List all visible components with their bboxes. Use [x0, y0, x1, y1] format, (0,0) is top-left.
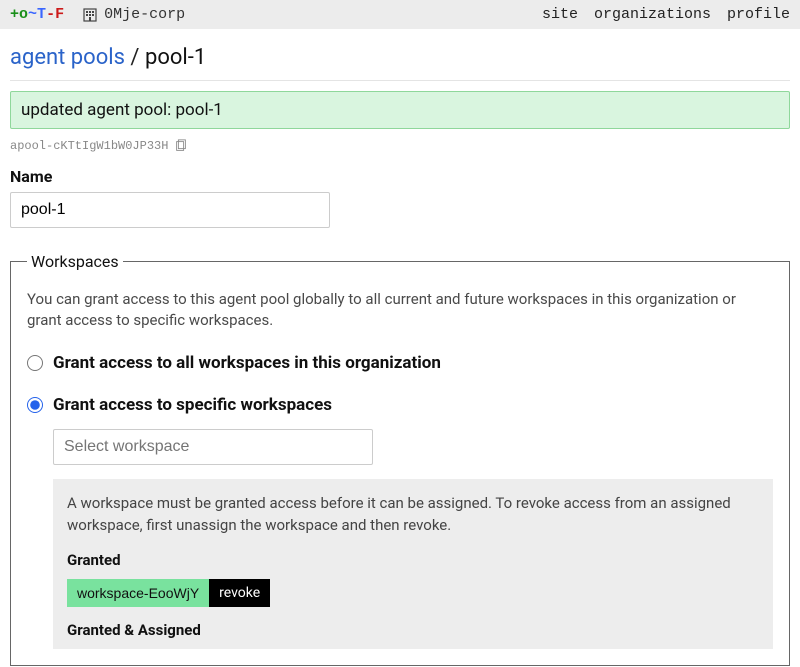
building-icon — [82, 7, 98, 23]
granted-note: A workspace must be granted access befor… — [67, 493, 759, 537]
revoke-button[interactable]: revoke — [209, 579, 270, 607]
nav-right: site organizations profile — [542, 6, 790, 23]
workspaces-legend: Workspaces — [27, 252, 123, 271]
granted-assigned-heading: Granted & Assigned — [67, 621, 759, 639]
radio-grant-specific-label: Grant access to specific workspaces — [53, 395, 332, 415]
radio-grant-all[interactable] — [27, 355, 43, 371]
breadcrumb: agent pools / pool-1 — [10, 39, 790, 81]
top-bar: +o~T-F 0Mje-corp site organizations prof… — [0, 0, 800, 29]
workspaces-fieldset: Workspaces You can grant access to this … — [10, 252, 790, 666]
radio-grant-all-label: Grant access to all workspaces in this o… — [53, 353, 441, 373]
radio-grant-specific[interactable] — [27, 397, 43, 413]
breadcrumb-root[interactable]: agent pools — [10, 45, 125, 70]
granted-box: A workspace must be granted access befor… — [53, 479, 773, 649]
breadcrumb-sep: / — [130, 45, 139, 70]
org-name: 0Mje-corp — [104, 6, 185, 23]
granted-workspace-name: workspace-EooWjY — [67, 579, 209, 607]
org-link[interactable]: 0Mje-corp — [82, 6, 185, 23]
logo: +o~T-F — [10, 6, 64, 23]
workspace-select[interactable] — [53, 429, 373, 465]
copy-icon[interactable] — [174, 139, 188, 153]
pool-id: apool-cKTtIgW1bW0JP33H — [10, 139, 168, 153]
nav-site[interactable]: site — [542, 6, 578, 23]
flash-message: updated agent pool: pool-1 — [10, 91, 790, 129]
granted-heading: Granted — [67, 551, 759, 569]
nav-profile[interactable]: profile — [727, 6, 790, 23]
pool-id-line: apool-cKTtIgW1bW0JP33H — [10, 139, 790, 153]
workspaces-description: You can grant access to this agent pool … — [27, 289, 773, 331]
granted-item: workspace-EooWjY revoke — [67, 579, 759, 607]
breadcrumb-current: pool-1 — [145, 45, 206, 70]
name-input[interactable] — [10, 192, 330, 228]
name-label: Name — [10, 167, 790, 186]
nav-organizations[interactable]: organizations — [594, 6, 711, 23]
